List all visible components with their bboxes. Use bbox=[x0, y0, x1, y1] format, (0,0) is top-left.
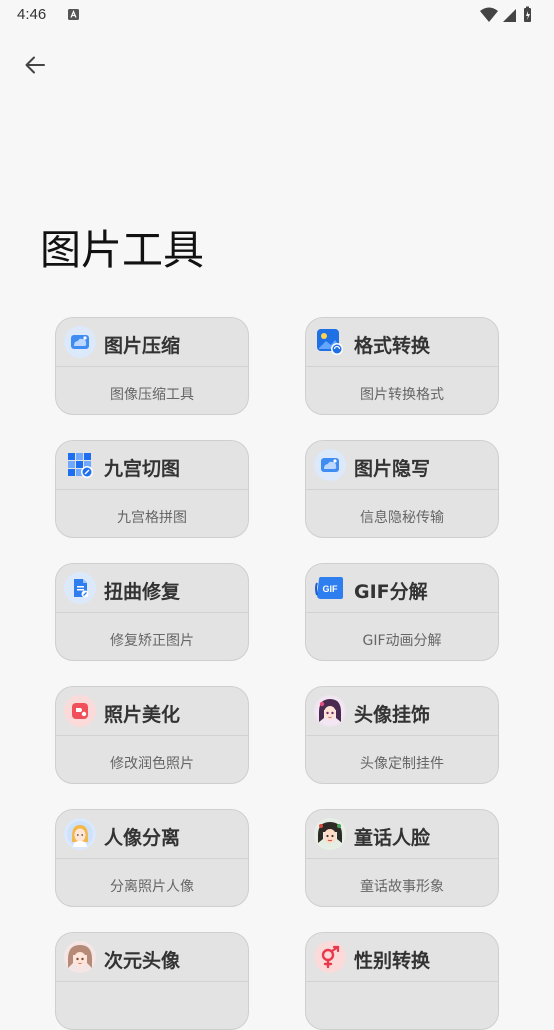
fairytale-face-icon bbox=[314, 818, 346, 850]
tool-card-distortion-fix[interactable]: 扭曲修复 修复矫正图片 bbox=[55, 563, 249, 661]
tool-title: 照片美化 bbox=[104, 704, 181, 726]
tool-title: 图片隐写 bbox=[354, 458, 431, 480]
portrait-icon bbox=[64, 818, 96, 850]
nine-grid-icon bbox=[64, 449, 96, 481]
arrow-left-icon bbox=[25, 56, 45, 74]
tool-subtitle: 头像定制挂件 bbox=[360, 756, 444, 772]
tool-card-avatar-decoration[interactable]: 头像挂饰 头像定制挂件 bbox=[305, 686, 499, 784]
divider bbox=[56, 858, 248, 859]
notification-a-icon bbox=[68, 9, 79, 20]
tool-title: 格式转换 bbox=[354, 335, 431, 357]
divider bbox=[306, 735, 498, 736]
tool-card-portrait-separate[interactable]: 人像分离 分离照片人像 bbox=[55, 809, 249, 907]
divider bbox=[56, 735, 248, 736]
tool-subtitle: 图片转换格式 bbox=[360, 387, 444, 403]
tool-title: 图片压缩 bbox=[104, 335, 181, 357]
tool-card-gender-swap[interactable]: 性别转换 bbox=[305, 932, 499, 1030]
tool-subtitle: 九宫格拼图 bbox=[117, 510, 187, 526]
cloud-image-icon bbox=[64, 326, 96, 358]
back-button[interactable] bbox=[18, 48, 52, 82]
tool-title: GIF分解 bbox=[354, 581, 428, 603]
page-title: 图片工具 bbox=[40, 226, 204, 274]
status-bar: 4:46 bbox=[0, 0, 554, 30]
beautify-icon bbox=[64, 695, 96, 727]
battery-icon bbox=[524, 6, 531, 22]
tool-subtitle: GIF动画分解 bbox=[362, 633, 442, 649]
tool-card-image-compress[interactable]: 图片压缩 图像压缩工具 bbox=[55, 317, 249, 415]
tool-title: 九宫切图 bbox=[104, 458, 181, 480]
tool-card-gif-split[interactable]: GIF GIF分解 GIF动画分解 bbox=[305, 563, 499, 661]
cloud-image-icon bbox=[314, 449, 346, 481]
tool-title: 童话人脸 bbox=[354, 827, 431, 849]
divider bbox=[306, 366, 498, 367]
status-icons bbox=[480, 6, 531, 22]
divider bbox=[306, 858, 498, 859]
tool-subtitle: 修复矫正图片 bbox=[110, 633, 194, 649]
tool-title: 头像挂饰 bbox=[354, 704, 431, 726]
tool-card-photo-beautify[interactable]: 照片美化 修改润色照片 bbox=[55, 686, 249, 784]
status-time: 4:46 bbox=[17, 6, 47, 23]
tool-card-anime-avatar[interactable]: 次元头像 bbox=[55, 932, 249, 1030]
tool-title: 次元头像 bbox=[104, 950, 181, 972]
divider bbox=[306, 489, 498, 490]
tool-subtitle: 童话故事形象 bbox=[360, 879, 444, 895]
divider bbox=[56, 612, 248, 613]
tool-card-fairytale-face[interactable]: 童话人脸 童话故事形象 bbox=[305, 809, 499, 907]
tool-title: 人像分离 bbox=[104, 827, 181, 849]
divider bbox=[306, 981, 498, 982]
format-convert-icon bbox=[314, 326, 346, 358]
document-fix-icon bbox=[64, 572, 96, 604]
tool-subtitle: 图像压缩工具 bbox=[110, 387, 194, 403]
divider bbox=[306, 612, 498, 613]
tool-title: 扭曲修复 bbox=[104, 581, 181, 603]
svg-text:GIF: GIF bbox=[323, 584, 339, 594]
anime-avatar-icon bbox=[64, 941, 96, 973]
gender-swap-icon bbox=[314, 941, 346, 973]
tool-card-format-convert[interactable]: 格式转换 图片转换格式 bbox=[305, 317, 499, 415]
tool-subtitle: 分离照片人像 bbox=[110, 879, 194, 895]
tool-card-nine-grid[interactable]: 九宫切图 九宫格拼图 bbox=[55, 440, 249, 538]
divider bbox=[56, 489, 248, 490]
signal-icon bbox=[503, 9, 516, 22]
wifi-icon bbox=[480, 7, 498, 22]
tool-subtitle: 信息隐秘传输 bbox=[360, 510, 444, 526]
tool-title: 性别转换 bbox=[354, 950, 431, 972]
avatar-anime-icon bbox=[314, 695, 346, 727]
tool-card-steganography[interactable]: 图片隐写 信息隐秘传输 bbox=[305, 440, 499, 538]
divider bbox=[56, 366, 248, 367]
gif-icon: GIF bbox=[314, 572, 346, 604]
tool-subtitle: 修改润色照片 bbox=[110, 756, 194, 772]
divider bbox=[56, 981, 248, 982]
